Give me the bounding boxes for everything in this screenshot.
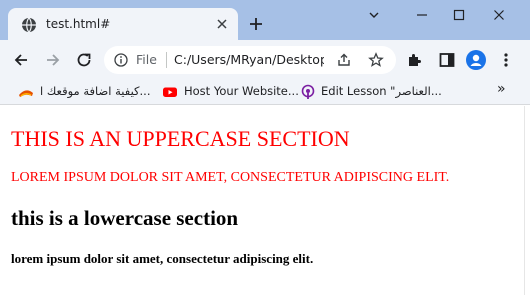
podcast-icon [301, 84, 315, 99]
browser-titlebar: test.html# [0, 0, 530, 40]
reload-icon[interactable] [75, 51, 93, 69]
youtube-icon [163, 87, 177, 97]
tab-search-button[interactable] [362, 8, 386, 28]
close-tab-icon[interactable] [216, 18, 228, 30]
globe-icon [22, 17, 36, 33]
more-menu-icon[interactable] [497, 51, 515, 69]
bookmark-label-1: كيفية اضافة موقعك ا... [40, 84, 151, 98]
profile-avatar-icon[interactable] [466, 50, 486, 70]
lowercase-paragraph: lorem ipsum dolor sit amet, consectetur … [11, 251, 314, 266]
close-icon [494, 10, 504, 20]
share-icon[interactable] [336, 52, 352, 68]
bookmarks-overflow-button[interactable]: » [497, 81, 506, 99]
bookmark-item-1[interactable]: كيفية اضافة موقعك ا... [18, 83, 158, 101]
star-icon[interactable] [368, 52, 384, 68]
lowercase-heading: this is a lowercase section [11, 206, 239, 230]
bookmark-favicon-icon [19, 90, 33, 97]
side-panel-icon[interactable] [438, 51, 456, 69]
bookmark-label-3: Edit Lesson "العناصر... [321, 84, 442, 98]
browser-tab[interactable]: test.html# [8, 8, 238, 40]
page-content: THIS IS AN UPPERCASE SECTION LOREM IPSUM… [0, 106, 530, 295]
minimize-button[interactable] [410, 8, 434, 28]
tab-title: test.html# [46, 17, 111, 31]
browser-toolbar: File C:/Users/MRyan/Desktop/test.html# [0, 40, 530, 78]
url-text[interactable]: C:/Users/MRyan/Desktop/test.html# [174, 52, 324, 67]
info-icon[interactable] [114, 53, 128, 67]
url-scheme-label: File [136, 52, 157, 67]
url-divider [166, 52, 167, 68]
bookmark-item-2[interactable]: Host Your Website... [162, 83, 299, 101]
uppercase-heading: THIS IS AN UPPERCASE SECTION [11, 126, 350, 151]
forward-arrow-icon[interactable] [44, 51, 62, 69]
bookmark-label-2: Host Your Website... [184, 84, 299, 98]
back-arrow-icon[interactable] [12, 51, 30, 69]
close-window-button[interactable] [487, 8, 511, 28]
chevron-down-icon [369, 12, 379, 18]
uppercase-paragraph: LOREM IPSUM DOLOR SIT AMET, CONSECTETUR … [11, 170, 450, 185]
extensions-puzzle-icon[interactable] [406, 51, 424, 69]
bookmarks-bar: كيفية اضافة موقعك ا... Host Your Website… [0, 78, 530, 105]
maximize-icon [453, 9, 465, 21]
bookmark-item-3[interactable]: Edit Lesson "العناصر... [300, 83, 445, 101]
minimize-icon [417, 14, 427, 16]
maximize-button[interactable] [447, 8, 471, 28]
address-bar[interactable]: File C:/Users/MRyan/Desktop/test.html# [104, 46, 396, 74]
new-tab-icon[interactable] [248, 16, 264, 32]
page-scrollbar[interactable] [524, 106, 530, 295]
